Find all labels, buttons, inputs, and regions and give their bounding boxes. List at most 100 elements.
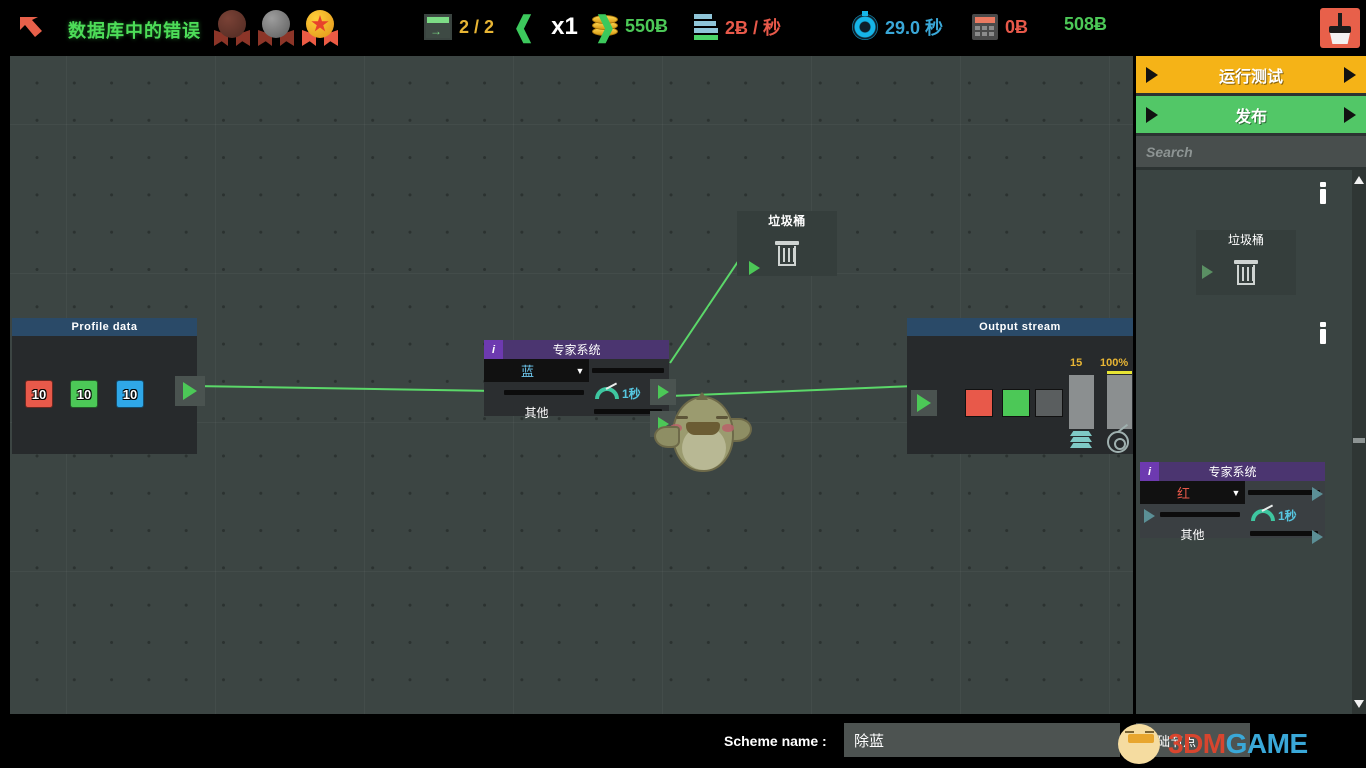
info-icon[interactable] <box>1319 182 1327 204</box>
other-label: 其他 <box>524 405 549 420</box>
chip-blue[interactable]: 10 <box>116 380 144 408</box>
chevron-down-icon: ▼ <box>575 365 585 376</box>
window-export-icon <box>424 14 452 40</box>
layers-icon <box>1069 431 1094 449</box>
node-title: Output stream <box>907 318 1133 336</box>
slider-mid[interactable] <box>1160 512 1240 517</box>
slider-top[interactable] <box>1248 490 1320 495</box>
output-port-other[interactable] <box>1312 530 1323 544</box>
scheme-name-label: Scheme name : <box>724 733 827 749</box>
watermark-part1: 3D <box>1168 728 1203 759</box>
color-select[interactable]: 蓝 ▼ <box>484 359 589 382</box>
chevron-down-icon: ▼ <box>1231 487 1241 498</box>
speed-decrease-button[interactable]: ❰ <box>512 12 535 42</box>
slider-top[interactable] <box>592 368 664 373</box>
chick-mascot <box>650 388 754 480</box>
medal-row <box>214 10 338 48</box>
input-port[interactable] <box>911 390 937 416</box>
info-icon[interactable] <box>1319 322 1327 344</box>
palette-scrollbar[interactable] <box>1352 170 1366 714</box>
scroll-down-icon[interactable] <box>1354 700 1364 708</box>
color-select-value: 蓝 <box>520 364 534 379</box>
back-arrow-icon[interactable] <box>16 13 46 43</box>
chip-red[interactable]: 10 <box>25 380 53 408</box>
status-badge-time: 29.0 秒 <box>852 11 944 40</box>
publish-button[interactable]: 发布 <box>1136 96 1366 133</box>
silver-medal <box>258 10 294 48</box>
duration-label: 1秒 <box>622 386 641 401</box>
output-port[interactable] <box>175 376 205 406</box>
palette-item-expert-system[interactable]: i 专家系统 红 ▼ 1秒 其他 <box>1140 462 1325 544</box>
chick-logo-icon <box>1114 720 1166 766</box>
stopwatch-icon <box>852 11 878 40</box>
levels-value: 2 / 2 <box>459 16 495 37</box>
color-select-value: 红 <box>1176 486 1190 501</box>
run-test-button[interactable]: 运行测试 <box>1136 56 1366 93</box>
play-triangle-icon <box>1344 66 1356 83</box>
meter-accuracy-cap <box>1107 371 1132 374</box>
color-select[interactable]: 红 ▼ <box>1140 481 1245 504</box>
other-label: 其他 <box>1180 527 1205 542</box>
palette-item-title: 专家系统 <box>1208 465 1257 479</box>
palette-item-title: 垃圾桶 <box>1196 230 1296 250</box>
trash-icon <box>774 240 800 267</box>
slider-other[interactable] <box>1250 531 1318 536</box>
broom-icon[interactable] <box>1320 8 1360 48</box>
node-title: 垃圾桶 <box>737 211 837 231</box>
publish-label: 发布 <box>1234 108 1267 126</box>
speed-increase-button[interactable]: ❱ <box>593 12 616 42</box>
right-sidebar: 运行测试 发布 垃圾桶 <box>1136 56 1366 714</box>
input-port[interactable] <box>1144 509 1155 523</box>
page-title: 数据库中的错误 <box>68 21 201 41</box>
node-graph-canvas[interactable]: Profile data 10 10 10 垃圾桶 i 专家系统 蓝 ▼ 1秒 … <box>10 56 1133 714</box>
output-port-match[interactable] <box>1312 487 1323 501</box>
swatch-empty <box>1035 389 1063 417</box>
status-badge-levels: 2 / 2 <box>424 14 494 40</box>
watermark: 3DMGAME <box>1110 718 1358 768</box>
output-stream-node[interactable]: Output stream 15 100% <box>907 318 1133 454</box>
play-triangle-icon <box>1146 106 1158 123</box>
search-input[interactable] <box>1146 143 1356 160</box>
profit-value: 508Ƀ <box>1064 14 1108 34</box>
node-title: 专家系统 <box>552 343 601 357</box>
chip-green[interactable]: 10 <box>70 380 98 408</box>
play-triangle-icon <box>917 394 931 412</box>
play-triangle-icon <box>1202 265 1213 279</box>
scrollbar-thumb[interactable] <box>1353 438 1365 443</box>
scheme-name-input[interactable] <box>844 723 1120 757</box>
status-badge-cost: 0Ƀ <box>972 14 1028 40</box>
gauge-icon <box>595 382 619 401</box>
speed-control: ❰ x1 ❱ <box>512 12 617 42</box>
search-input-wrapper[interactable] <box>1136 136 1366 167</box>
trash-icon <box>1233 259 1259 286</box>
bronze-medal <box>214 10 250 48</box>
game-window: 数据库中的错误 2 / 2 550Ƀ 2Ƀ <box>0 0 1366 768</box>
status-badge-profit: 508Ƀ <box>1064 14 1107 35</box>
watermark-part3: GAME <box>1225 728 1309 759</box>
info-tag[interactable]: i <box>1140 462 1159 481</box>
meter-count-bar <box>1069 375 1094 429</box>
palette-item-trash-bin[interactable]: 垃圾桶 <box>1196 230 1296 295</box>
calculator-icon <box>972 14 998 40</box>
run-test-label: 运行测试 <box>1218 68 1283 86</box>
play-triangle-icon <box>748 261 760 275</box>
money-value: 550Ƀ <box>625 15 669 36</box>
play-triangle-icon <box>1146 66 1158 83</box>
input-port[interactable] <box>741 255 767 281</box>
expert-system-node[interactable]: i 专家系统 蓝 ▼ 1秒 其他 <box>484 340 676 437</box>
upkeep-value: 2Ƀ / 秒 <box>725 18 782 38</box>
top-bar: 数据库中的错误 2 / 2 550Ƀ 2Ƀ <box>0 0 1366 56</box>
node-palette[interactable]: 垃圾桶 i 专家系统 红 ▼ 1秒 其他 <box>1136 170 1366 714</box>
cost-value: 0Ƀ <box>1005 16 1029 37</box>
trash-bin-node[interactable]: 垃圾桶 <box>737 211 837 276</box>
swatch-green <box>1002 389 1030 417</box>
scroll-up-icon[interactable] <box>1354 176 1364 184</box>
info-tag[interactable]: i <box>484 340 503 359</box>
slider-mid[interactable] <box>504 390 584 395</box>
time-value: 29.0 秒 <box>885 18 944 38</box>
play-triangle-icon <box>183 382 197 400</box>
watermark-part2: M <box>1202 728 1226 759</box>
play-triangle-icon <box>1344 106 1356 123</box>
gold-medal <box>302 10 338 48</box>
profile-data-node[interactable]: Profile data 10 10 10 <box>12 318 205 454</box>
